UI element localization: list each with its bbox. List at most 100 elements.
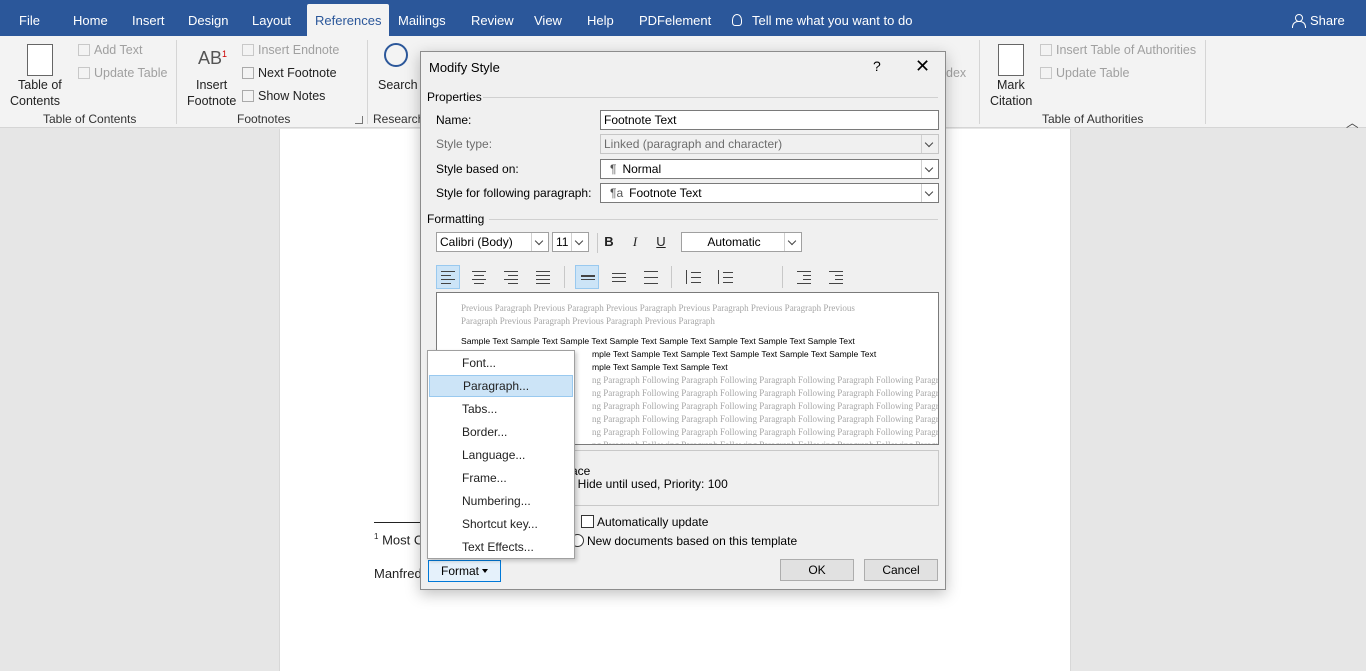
tab-pdfelement[interactable]: PDFelement xyxy=(639,0,711,36)
update-table-button[interactable]: Update Table xyxy=(78,66,167,80)
format-button-label: Format xyxy=(440,564,479,578)
collapse-ribbon-icon[interactable]: ︿ xyxy=(1346,112,1359,131)
update-table-icon xyxy=(78,67,90,79)
menu-item-shortcut-key[interactable]: Shortcut key... xyxy=(429,513,573,535)
tab-help[interactable]: Help xyxy=(587,0,614,36)
tab-home[interactable]: Home xyxy=(73,0,108,36)
menu-item-paragraph[interactable]: Paragraph... xyxy=(429,375,573,397)
increase-indent-icon[interactable] xyxy=(824,265,848,289)
tab-references[interactable]: References xyxy=(307,4,390,36)
following-value: Footnote Text xyxy=(629,186,702,200)
show-notes-label: Show Notes xyxy=(258,89,326,103)
insert-footnote-line2[interactable]: Footnote xyxy=(187,94,236,108)
tab-design[interactable]: Design xyxy=(188,0,228,36)
share-button[interactable]: Share xyxy=(1292,0,1345,36)
person-icon xyxy=(1292,14,1306,28)
tab-review[interactable]: Review xyxy=(471,0,514,36)
update-toa-button[interactable]: Update Table xyxy=(1040,66,1129,80)
justify-icon[interactable] xyxy=(531,265,555,289)
insert-footnote-line1[interactable]: Insert xyxy=(196,78,227,92)
tab-view[interactable]: View xyxy=(534,0,562,36)
insert-footnote-icon: AB1 xyxy=(198,48,228,68)
chevron-down-icon xyxy=(921,135,938,153)
ribbon-separator xyxy=(979,40,980,124)
single-spacing-icon[interactable] xyxy=(575,265,599,289)
decrease-paragraph-spacing-icon[interactable] xyxy=(713,265,737,289)
align-left-icon[interactable] xyxy=(436,265,460,289)
name-input[interactable]: Footnote Text xyxy=(600,110,939,130)
menu-item-border[interactable]: Border... xyxy=(429,421,573,443)
align-center-icon[interactable] xyxy=(467,265,491,289)
cancel-button[interactable]: Cancel xyxy=(864,559,938,581)
following-select[interactable]: ¶a Footnote Text xyxy=(600,183,939,203)
style-type-select[interactable]: Linked (paragraph and character) xyxy=(600,134,939,154)
footnotes-dialog-launcher-icon[interactable] xyxy=(355,116,363,124)
next-footnote-button[interactable]: Next Footnote xyxy=(242,66,337,80)
share-label: Share xyxy=(1310,13,1345,28)
tell-me-label: Tell me what you want to do xyxy=(752,13,913,28)
add-text-button[interactable]: Add Text xyxy=(78,43,142,57)
font-select[interactable]: Calibri (Body) xyxy=(436,232,549,252)
based-on-label: Style based on: xyxy=(436,162,519,176)
toc-button-line1[interactable]: Table of xyxy=(18,78,62,92)
new-docs-label: New documents based on this template xyxy=(587,534,798,548)
paragraph-mark-icon: ¶ xyxy=(610,162,617,176)
bold-button[interactable]: B xyxy=(598,232,620,252)
add-text-icon xyxy=(78,44,90,56)
chevron-down-icon xyxy=(921,160,938,178)
mark-citation-line2[interactable]: Citation xyxy=(990,94,1032,108)
footnote-text[interactable]: 1 Most C xyxy=(374,532,423,547)
tell-me-box[interactable]: Tell me what you want to do xyxy=(732,0,912,36)
ribbon-tab-bar: File Home Insert Design Layout Reference… xyxy=(0,0,1366,36)
tab-file[interactable]: File xyxy=(19,0,40,36)
formatting-heading: Formatting xyxy=(427,212,485,226)
table-of-contents-icon xyxy=(27,44,53,76)
preview-sample-line: mple Text Sample Text Sample Text Sample… xyxy=(592,349,877,359)
auto-update-checkbox[interactable] xyxy=(581,515,594,528)
author-text[interactable]: Manfred xyxy=(374,566,422,581)
menu-item-frame[interactable]: Frame... xyxy=(429,467,573,489)
preview-following-line: ng Paragraph Following Paragraph Followi… xyxy=(592,427,939,437)
menu-item-tabs[interactable]: Tabs... xyxy=(429,398,573,420)
ok-button[interactable]: OK xyxy=(780,559,854,581)
based-on-select[interactable]: ¶ Normal xyxy=(600,159,939,179)
toolbar-separator xyxy=(782,266,783,288)
help-button[interactable]: ? xyxy=(873,58,881,74)
font-size-select[interactable]: 11 xyxy=(552,232,589,252)
index-partial-label: dex xyxy=(946,66,967,80)
tab-insert[interactable]: Insert xyxy=(132,0,165,36)
menu-item-numbering[interactable]: Numbering... xyxy=(429,490,573,512)
increase-paragraph-spacing-icon[interactable] xyxy=(681,265,705,289)
close-icon[interactable]: ✕ xyxy=(915,56,930,76)
preview-sample-line: mple Text Sample Text Sample Text xyxy=(592,362,728,372)
italic-button[interactable]: I xyxy=(624,232,646,252)
font-color-select[interactable]: Automatic xyxy=(681,232,802,252)
next-footnote-icon xyxy=(242,67,254,79)
tab-layout[interactable]: Layout xyxy=(252,0,291,36)
insert-toa-button[interactable]: Insert Table of Authorities xyxy=(1040,43,1196,57)
preview-following-line: ng Paragraph Following Paragraph Followi… xyxy=(592,440,939,445)
chevron-down-icon xyxy=(571,233,588,251)
show-notes-button[interactable]: Show Notes xyxy=(242,89,325,103)
group-label-toc: Table of Contents xyxy=(43,112,137,126)
tab-mailings[interactable]: Mailings xyxy=(398,0,446,36)
mark-citation-line1[interactable]: Mark xyxy=(997,78,1025,92)
format-button[interactable]: Format xyxy=(428,560,501,582)
update-toa-label: Update Table xyxy=(1056,66,1130,80)
underline-button[interactable]: U xyxy=(650,232,672,252)
align-right-icon[interactable] xyxy=(499,265,523,289)
ribbon-separator xyxy=(367,40,368,124)
decrease-indent-icon[interactable] xyxy=(792,265,816,289)
insert-endnote-button[interactable]: Insert Endnote xyxy=(242,43,339,57)
menu-item-language[interactable]: Language... xyxy=(429,444,573,466)
properties-heading: Properties xyxy=(427,90,482,104)
font-value: Calibri (Body) xyxy=(440,235,513,249)
toc-button-line2[interactable]: Contents xyxy=(10,94,60,108)
insert-endnote-label: Insert Endnote xyxy=(258,43,340,57)
one-half-spacing-icon[interactable] xyxy=(607,265,631,289)
double-spacing-icon[interactable] xyxy=(639,265,663,289)
menu-item-font[interactable]: Font... xyxy=(429,352,573,374)
format-menu: Font... Paragraph... Tabs... Border... L… xyxy=(427,350,575,559)
search-button[interactable]: Search xyxy=(378,78,418,92)
menu-item-text-effects[interactable]: Text Effects... xyxy=(429,536,573,558)
